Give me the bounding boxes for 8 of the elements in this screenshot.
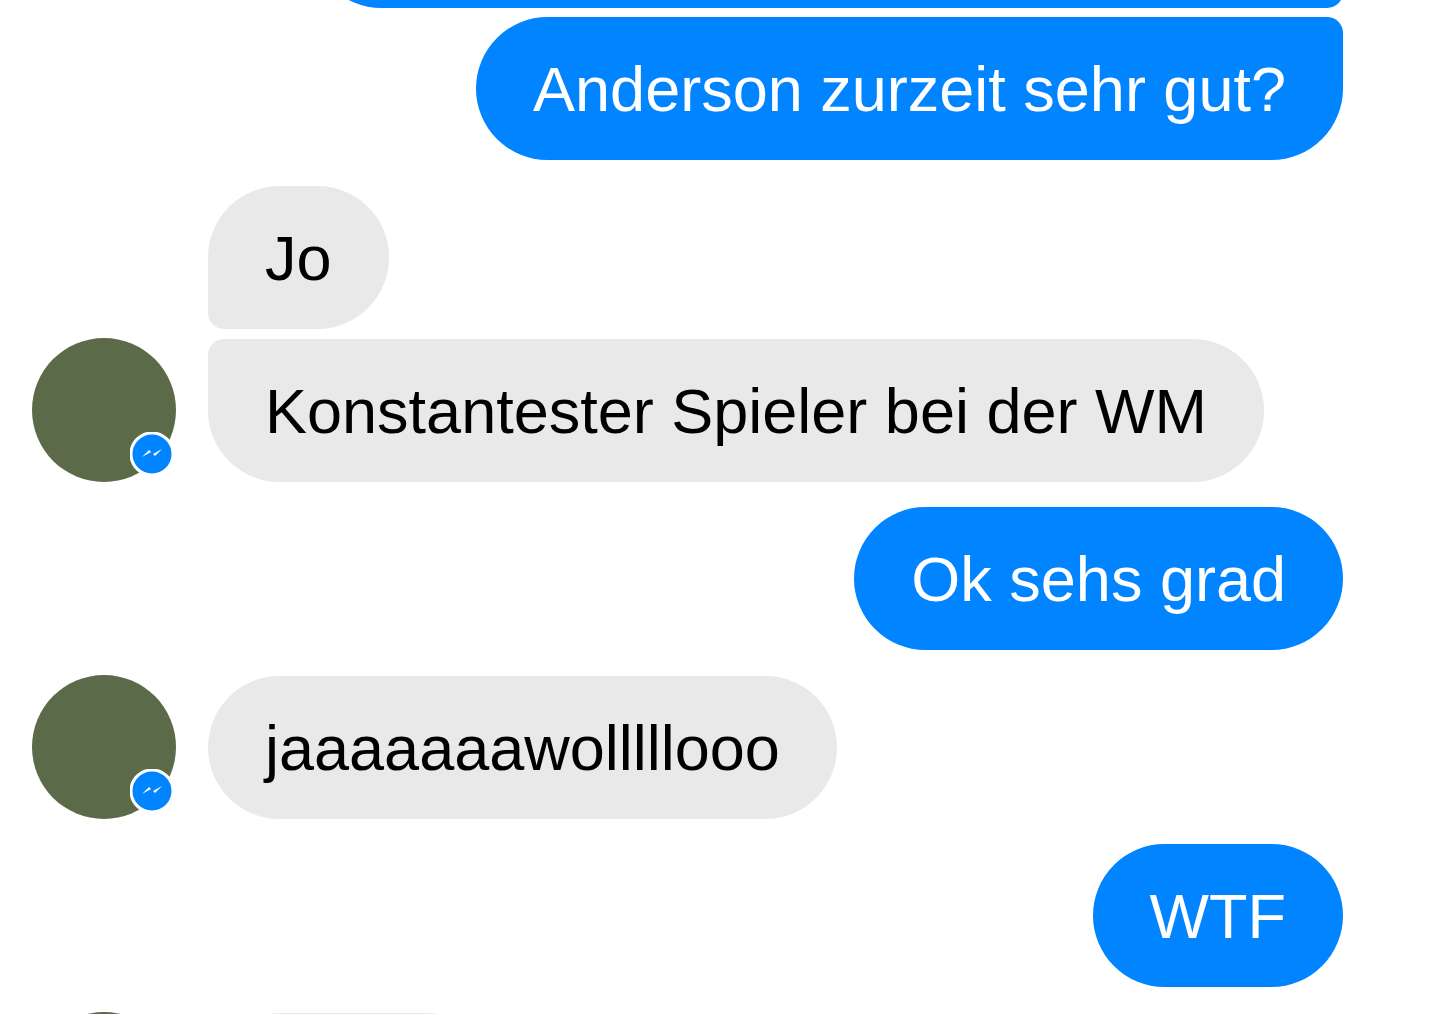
messenger-badge-icon: [130, 432, 174, 476]
message-bubble: Anderson zurzeit sehr gut?: [476, 17, 1343, 160]
message-bubble: Ok sehs grad: [854, 507, 1343, 650]
message-bubble: WTF: [1092, 844, 1343, 987]
message-bubble: jaaaaaaawolllllooo: [208, 676, 837, 819]
message-bubble: Jo: [208, 186, 389, 329]
message-bubble: Konstantester Spieler bei der WM: [208, 339, 1264, 482]
messenger-badge-icon: [130, 769, 174, 813]
